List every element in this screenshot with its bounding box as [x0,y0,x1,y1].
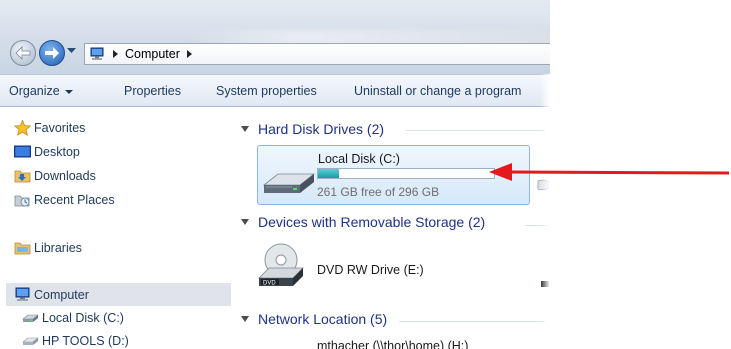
annotation-arrow [489,163,730,181]
